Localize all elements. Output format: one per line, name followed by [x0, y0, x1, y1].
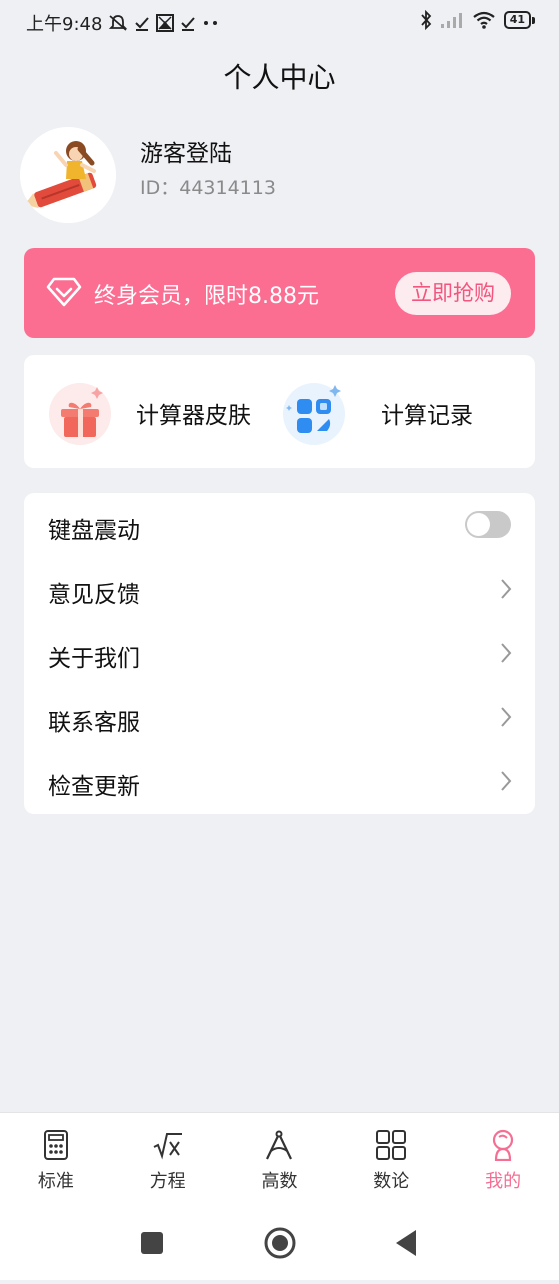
diamond-icon	[46, 277, 82, 307]
battery-tip	[532, 16, 535, 24]
back-button[interactable]	[366, 1202, 446, 1280]
tab-label: 数论	[373, 1171, 410, 1192]
vip-banner[interactable]: 终身会员，限时8.88元 立即抢购	[24, 248, 535, 338]
settings-item-label: 意见反馈	[48, 582, 140, 608]
keyboard-vibration-toggle[interactable]	[465, 511, 511, 538]
status-right: 41	[420, 10, 535, 30]
settings-item-contact-support[interactable]: 联系客服	[24, 685, 535, 749]
tab-number-theory[interactable]: 数论	[335, 1113, 447, 1203]
status-bar: 上午9:48 41	[0, 0, 559, 44]
battery-level: 41	[503, 11, 531, 29]
settings-item-check-update[interactable]: 检查更新	[24, 749, 535, 813]
check-icon	[135, 17, 150, 31]
system-nav-bar	[0, 1202, 559, 1280]
vip-text: 终身会员，限时8.88元	[94, 284, 319, 309]
settings-item-feedback[interactable]: 意见反馈	[24, 557, 535, 621]
mute-bell-icon	[109, 15, 128, 31]
tab-advanced-math[interactable]: 高数	[224, 1113, 336, 1203]
page-title: 个人中心	[223, 61, 336, 94]
tab-standard[interactable]: 标准	[0, 1113, 112, 1203]
recents-button[interactable]	[112, 1202, 192, 1280]
chevron-right-icon	[501, 771, 512, 791]
buy-now-button[interactable]: 立即抢购	[395, 272, 511, 315]
feature-card: 计算器皮肤 计算记录	[24, 355, 535, 468]
grid-apps-icon	[283, 383, 345, 445]
tab-label: 标准	[37, 1171, 74, 1192]
feature-label: 计算记录	[381, 403, 473, 429]
settings-item-label: 检查更新	[48, 774, 140, 800]
image-icon	[156, 14, 175, 32]
settings-item-keyboard-vibration: 键盘震动	[24, 493, 535, 557]
gift-icon	[49, 383, 111, 445]
sqrt-icon	[153, 1133, 182, 1160]
settings-item-label: 联系客服	[48, 710, 140, 736]
wifi-icon	[473, 11, 495, 29]
battery-indicator: 41	[503, 11, 535, 29]
more-dots-icon	[204, 21, 218, 25]
user-icon	[492, 1129, 514, 1161]
avatar[interactable]	[20, 127, 116, 223]
avatar-illustration	[20, 127, 116, 223]
toggle-knob	[467, 513, 490, 536]
home-button[interactable]	[240, 1202, 320, 1280]
circle-icon	[264, 1227, 296, 1259]
chevron-right-icon	[501, 579, 512, 599]
compass-icon	[266, 1130, 293, 1160]
signal-icon	[440, 13, 462, 28]
chevron-right-icon	[501, 707, 512, 727]
calculator-skin-entry[interactable]: 计算器皮肤	[24, 355, 279, 468]
tab-label: 我的	[485, 1171, 522, 1192]
tab-label: 方程	[149, 1171, 186, 1192]
grid-icon	[376, 1130, 407, 1160]
chevron-right-icon	[501, 643, 512, 663]
bluetooth-icon	[421, 10, 431, 30]
calculation-history-entry[interactable]: 计算记录	[279, 355, 535, 468]
settings-list: 键盘震动 意见反馈 关于我们 联系客服 检查更新	[24, 493, 535, 814]
bottom-nav: 标准 方程 高数 数论 我的	[0, 1112, 559, 1203]
triangle-back-icon	[396, 1230, 416, 1256]
status-left: 上午9:48	[26, 10, 220, 36]
status-time: 上午9:48	[26, 14, 103, 35]
username[interactable]: 游客登陆	[140, 134, 232, 168]
user-id: ID：44314113	[140, 177, 276, 199]
square-icon	[141, 1232, 163, 1254]
feature-label: 计算器皮肤	[136, 403, 251, 429]
settings-item-label: 键盘震动	[48, 518, 140, 544]
settings-item-about[interactable]: 关于我们	[24, 621, 535, 685]
tab-mine[interactable]: 我的	[447, 1113, 559, 1203]
tab-label: 高数	[261, 1171, 298, 1192]
check-icon	[181, 17, 196, 31]
settings-item-label: 关于我们	[48, 646, 140, 672]
calculator-icon	[43, 1130, 68, 1160]
tab-equation[interactable]: 方程	[112, 1113, 224, 1203]
